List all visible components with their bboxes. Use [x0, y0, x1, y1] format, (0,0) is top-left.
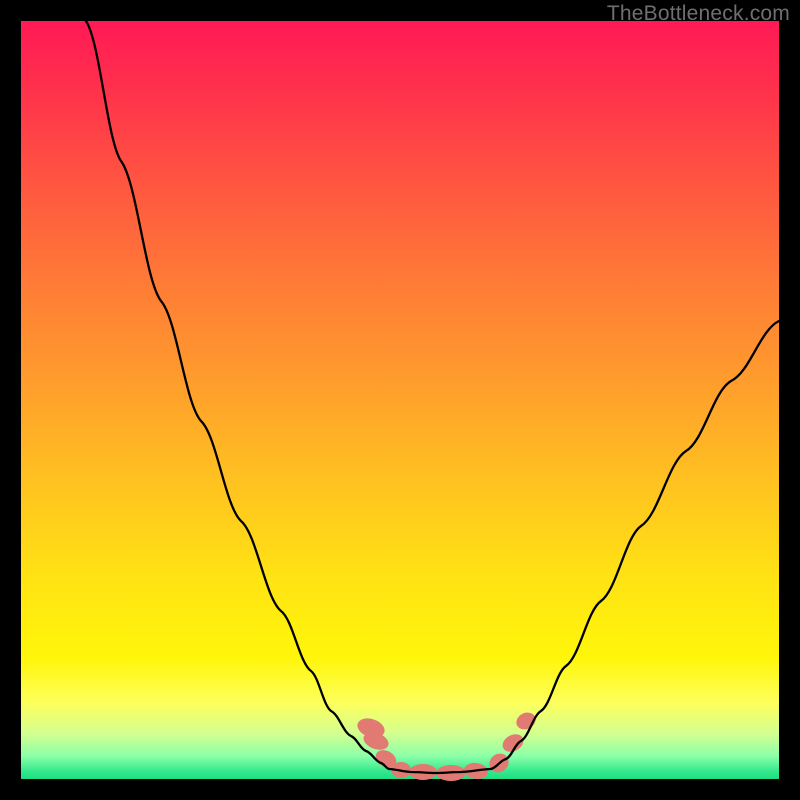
beads-group — [355, 709, 539, 781]
bottleneck-curve-svg — [21, 21, 779, 779]
curve-right-branch — [491, 321, 779, 769]
curve-left-branch — [86, 21, 389, 769]
gradient-plot-area — [21, 21, 779, 779]
watermark-text: TheBottleneck.com — [607, 2, 790, 26]
